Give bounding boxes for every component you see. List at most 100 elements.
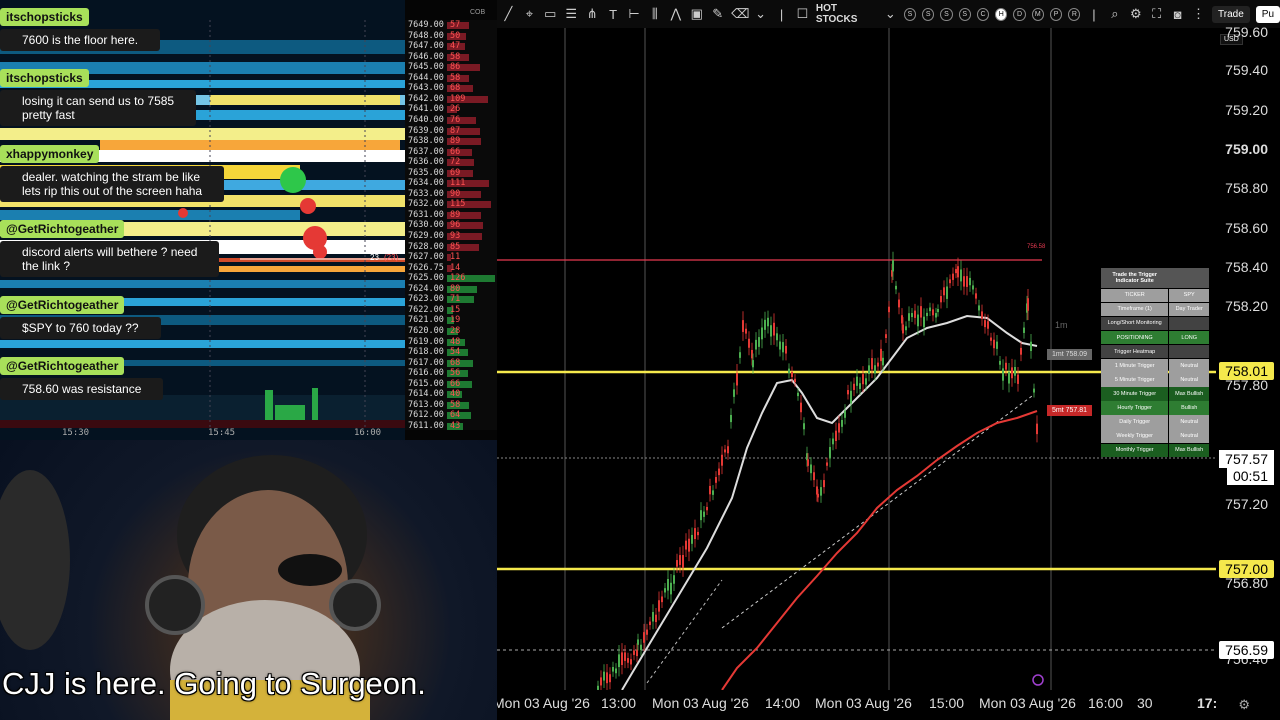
gear-icon[interactable]: ⚙ — [1128, 6, 1143, 22]
ladder-row[interactable]: 7625.00 126 — [405, 273, 497, 284]
more-icon[interactable]: ⋮ — [1191, 6, 1206, 22]
time-tick-label: Mon 03 Aug '26 — [497, 695, 590, 711]
candle-body — [807, 459, 809, 466]
trading-chart[interactable]: ╱ ⌖ ▭ ☰ ⋔ T ⊢ ⫼ ⋀ ▣ ✎ ⌫ ⌄ | ☐ HOT STOCKS… — [497, 0, 1280, 720]
brush-icon[interactable]: ✎ — [710, 6, 725, 22]
ladder-volume: 15 — [450, 304, 461, 315]
ladder-row[interactable]: 7639.00 87 — [405, 126, 497, 137]
crosshair-icon[interactable]: ⌖ — [522, 6, 537, 22]
rectangle-icon[interactable]: ▭ — [543, 6, 558, 22]
price-tag[interactable]: 758.01 — [1219, 362, 1274, 380]
chat-message: @GetRichtogeather 758.60 was resistance — [0, 357, 260, 400]
ladder-row[interactable]: 7636.00 72 — [405, 157, 497, 168]
ladder-row[interactable]: 7646.00 58 — [405, 52, 497, 63]
ladder-row[interactable]: 7635.00 69 — [405, 168, 497, 179]
eraser-icon[interactable]: ⌫ — [731, 6, 749, 22]
ladder-row[interactable]: 7614.00 40 — [405, 389, 497, 400]
fullscreen-icon[interactable]: ⛶ — [1149, 6, 1164, 22]
ladder-row[interactable]: 7631.00 89 — [405, 210, 497, 221]
indicator-value: LONG — [1169, 330, 1209, 345]
watchlist-circle-button[interactable]: C — [976, 7, 990, 21]
candle-body — [742, 320, 744, 332]
ladder-row[interactable]: 7647.00 47 — [405, 41, 497, 52]
watchlist-circle-button[interactable]: R — [1068, 7, 1081, 21]
ladder-row[interactable]: 7624.00 80 — [405, 284, 497, 295]
price-tick-label: 758.40 — [1225, 259, 1268, 275]
ladder-row[interactable]: 7622.00 15 — [405, 305, 497, 316]
time-axis[interactable]: Mon 03 Aug '26 13:00 Mon 03 Aug '26 14:00 Mo… — [497, 690, 1280, 720]
ladder-row[interactable]: 7632.00 115 — [405, 199, 497, 210]
pattern-icon[interactable]: ⫼ — [647, 6, 662, 22]
ladder-row[interactable]: 7640.00 76 — [405, 115, 497, 126]
ladder-row[interactable]: 7627.00 11 — [405, 252, 497, 263]
ladder-row[interactable]: 7641.00 26 — [405, 104, 497, 115]
ladder-row[interactable]: 7642.00 109 — [405, 94, 497, 105]
publish-button[interactable]: Pu — [1255, 5, 1280, 23]
ladder-row[interactable]: 7618.00 54 — [405, 347, 497, 358]
chat-message: xhappymonkey dealer. watching the stram … — [0, 145, 260, 202]
candle-body — [764, 319, 766, 330]
checkbox-icon[interactable]: ☐ — [795, 6, 810, 22]
ladder-row[interactable]: 7644.00 58 — [405, 73, 497, 84]
zigzag-icon[interactable]: ⋀ — [668, 6, 683, 22]
candle-body — [739, 352, 741, 358]
ladder-row[interactable]: 7637.00 66 — [405, 147, 497, 158]
text-icon[interactable]: T — [606, 7, 621, 22]
measure-icon[interactable]: ⊢ — [627, 6, 642, 22]
ladder-row[interactable]: 7649.00 57 — [405, 20, 497, 31]
ladder-volume: 47 — [450, 41, 461, 52]
candle-body — [664, 588, 666, 593]
fib-icon[interactable]: ☰ — [564, 6, 579, 22]
ladder-volume: 89 — [450, 209, 461, 220]
ladder-row[interactable]: 7633.00 90 — [405, 189, 497, 200]
watchlist-circle-button[interactable]: P — [1049, 7, 1063, 21]
price-tag[interactable]: 757.57 — [1219, 450, 1274, 468]
price-tag[interactable]: 756.59 — [1219, 641, 1274, 659]
camera-icon[interactable]: ◙ — [1170, 7, 1185, 22]
watchlist-circle-button[interactable]: S — [958, 7, 971, 21]
watchlist-circle-button[interactable]: S — [940, 7, 953, 21]
event-marker-icon[interactable] — [1032, 674, 1044, 686]
price-tag[interactable]: 00:51 — [1226, 467, 1274, 485]
ladder-row[interactable]: 7629.00 93 — [405, 231, 497, 242]
price-axis[interactable]: USD 759.60 759.40 759.20 759.00 758.80 758.60… — [1216, 24, 1280, 690]
ladder-row[interactable]: 7645.00 86 — [405, 62, 497, 73]
settings-gear-icon[interactable]: ⚙ — [1238, 697, 1250, 713]
trend-line-icon[interactable]: ╱ — [501, 6, 516, 22]
chevron-down-icon[interactable]: ⌄ — [753, 6, 768, 22]
candle-body — [957, 266, 959, 278]
trade-button[interactable]: Trade — [1212, 5, 1250, 23]
ladder-row[interactable]: 7623.00 71 — [405, 294, 497, 305]
indicator-label: Timeframe (1) — [1101, 302, 1169, 317]
watchlist-circle-button[interactable]: M — [1031, 7, 1044, 21]
ladder-row[interactable]: 7634.00 111 — [405, 178, 497, 189]
ladder-row[interactable]: 7638.00 89 — [405, 136, 497, 147]
chevron-down-icon[interactable]: ⌄ — [883, 6, 898, 22]
price-tag[interactable]: 757.00 — [1219, 560, 1274, 578]
ladder-row[interactable]: 7643.00 68 — [405, 83, 497, 94]
ladder-row[interactable]: 7613.00 58 — [405, 400, 497, 411]
watchlist-name[interactable]: HOT STOCKS — [816, 3, 877, 25]
ladder-row[interactable]: 7616.00 56 — [405, 368, 497, 379]
time-tick-label: 17: — [1197, 695, 1218, 711]
ladder-row[interactable]: 7612.00 64 — [405, 410, 497, 421]
watchlist-circle-button[interactable]: S — [903, 7, 917, 21]
ladder-volume: 93 — [450, 231, 461, 241]
ladder-row[interactable]: 7620.00 28 — [405, 326, 497, 337]
ladder-row[interactable]: 7611.00 43 — [405, 421, 497, 432]
fork-icon[interactable]: ⋔ — [585, 6, 600, 22]
image-icon[interactable]: ▣ — [689, 6, 704, 22]
ladder-row[interactable]: 7648.00 50 — [405, 31, 497, 42]
ladder-row[interactable]: 7626.75 14 — [405, 263, 497, 274]
ladder-row[interactable]: 7617.00 68 — [405, 358, 497, 369]
ladder-row[interactable]: 7630.00 96 — [405, 220, 497, 231]
ladder-row[interactable]: 7615.00 66 — [405, 379, 497, 390]
stream-subtitle: CJJ is here. Going to Surgeon. — [2, 666, 426, 701]
watchlist-circle-button[interactable]: S — [922, 7, 935, 21]
search-icon[interactable]: ⌕ — [1107, 6, 1122, 22]
ladder-row[interactable]: 7628.00 85 — [405, 242, 497, 253]
watchlist-circle-button[interactable]: D — [1013, 7, 1026, 21]
ladder-row[interactable]: 7619.00 48 — [405, 337, 497, 348]
watchlist-circle-button[interactable]: H — [995, 7, 1008, 21]
ladder-row[interactable]: 7621.00 19 — [405, 315, 497, 326]
